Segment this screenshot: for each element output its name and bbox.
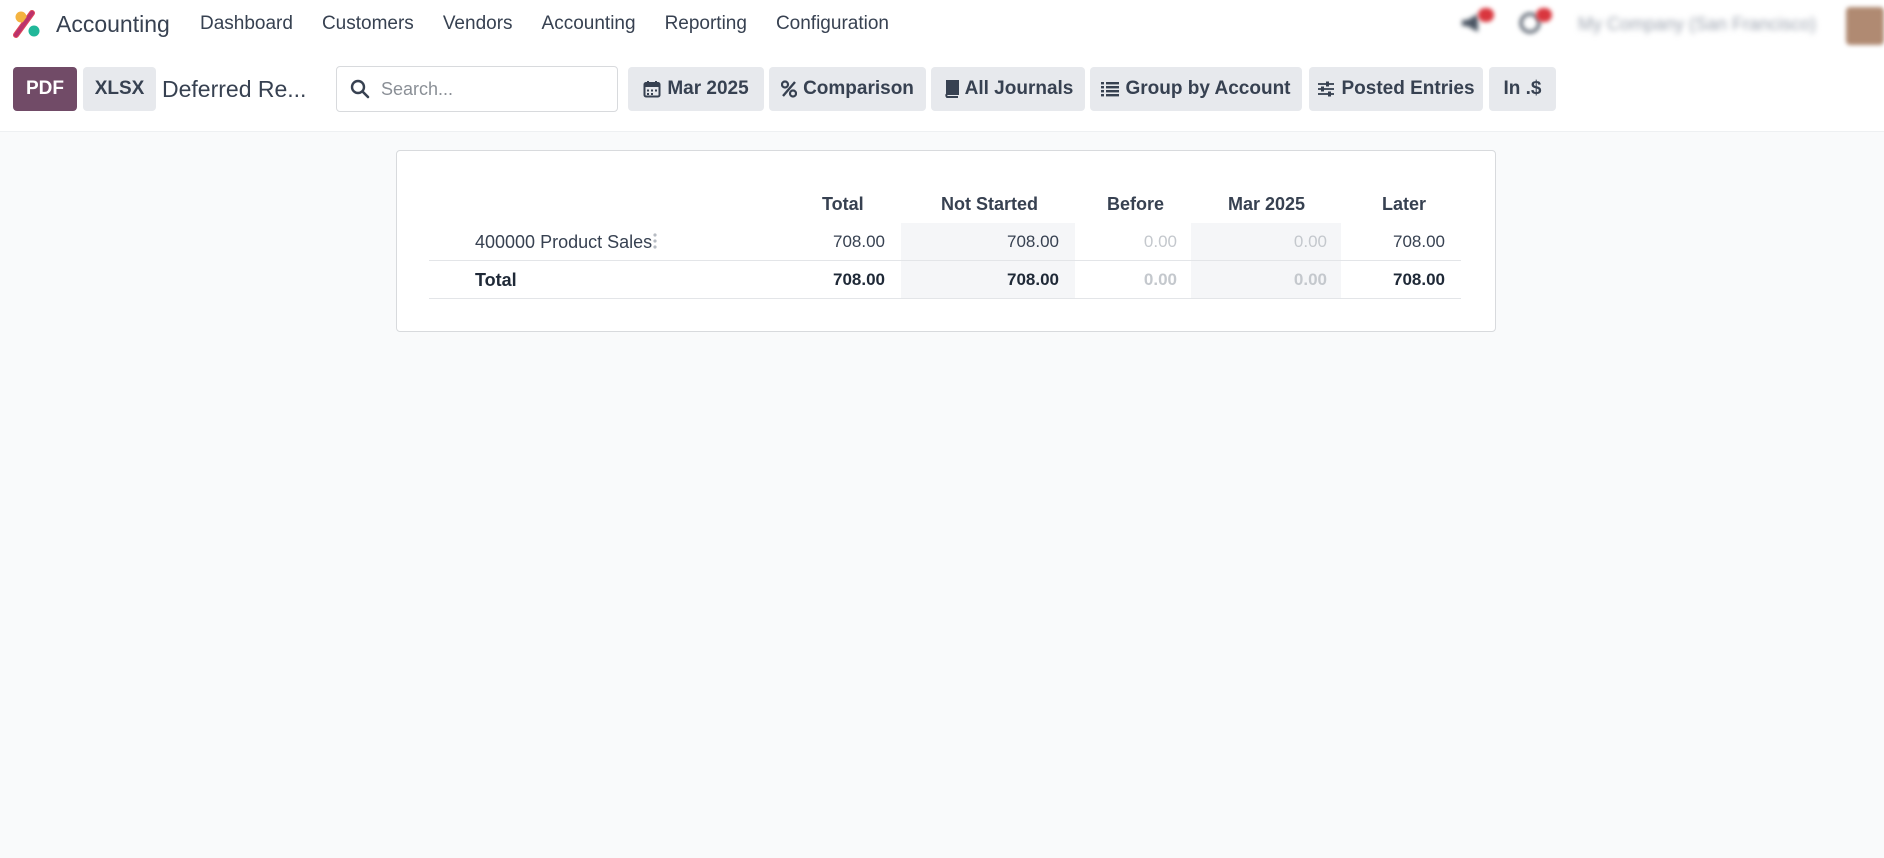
row-divider	[429, 260, 1461, 261]
comparison-button[interactable]: Comparison	[769, 67, 926, 111]
currency-button[interactable]: In .$	[1489, 67, 1556, 111]
calendar-icon	[643, 80, 661, 98]
sliders-icon	[1317, 81, 1335, 97]
column-header-not-started[interactable]: Not Started	[941, 194, 1038, 215]
systray: My Company (San Francisco)	[1444, 0, 1884, 50]
row-value-not-started[interactable]: 708.00	[1007, 232, 1059, 252]
user-avatar[interactable]	[1846, 7, 1884, 45]
search-bar[interactable]	[336, 66, 618, 112]
list-icon	[1101, 81, 1120, 97]
row-options-icon[interactable]	[652, 232, 658, 250]
app-name[interactable]: Accounting	[56, 11, 170, 38]
percent-icon	[781, 80, 798, 98]
group-by-account-button[interactable]: Group by Account	[1090, 67, 1302, 111]
column-header-total[interactable]: Total	[822, 194, 864, 215]
total-value-later: 708.00	[1393, 270, 1445, 289]
menu-item-configuration[interactable]: Configuration	[776, 13, 889, 35]
book-icon	[943, 80, 959, 98]
menu-item-customers[interactable]: Customers	[322, 13, 414, 35]
posted-entries-button[interactable]: Posted Entries	[1309, 67, 1483, 111]
total-value-period: 0.00	[1293, 270, 1327, 289]
search-input[interactable]	[381, 77, 606, 101]
menu-item-accounting[interactable]: Accounting	[542, 13, 636, 35]
total-value-not-started: 708.00	[1007, 270, 1059, 289]
date-filter-label: Mar 2025	[667, 78, 749, 99]
search-icon	[350, 79, 370, 99]
pdf-button[interactable]: PDF	[13, 67, 77, 111]
total-divider	[429, 298, 1461, 299]
main-menu: Dashboard Customers Vendors Accounting R…	[200, 13, 918, 35]
xlsx-button[interactable]: XLSX	[83, 67, 156, 111]
journals-label: All Journals	[964, 78, 1074, 99]
journals-button[interactable]: All Journals	[931, 67, 1085, 111]
column-header-before[interactable]: Before	[1107, 194, 1164, 215]
comparison-label: Comparison	[803, 78, 914, 99]
report-card: Total Not Started Before Mar 2025 Later …	[396, 150, 1496, 332]
menu-item-reporting[interactable]: Reporting	[665, 13, 747, 35]
menu-item-vendors[interactable]: Vendors	[443, 13, 513, 35]
column-header-period[interactable]: Mar 2025	[1228, 194, 1305, 215]
date-filter-button[interactable]: Mar 2025	[628, 67, 764, 111]
row-value-period[interactable]: 0.00	[1294, 232, 1327, 252]
messages-badge	[1478, 8, 1494, 22]
company-switcher[interactable]: My Company (San Francisco)	[1578, 14, 1816, 35]
row-value-total[interactable]: 708.00	[833, 232, 885, 252]
control-panel: PDF XLSX Deferred Re... Mar 2025	[0, 50, 1884, 132]
activities-badge	[1536, 8, 1552, 22]
report-title: Deferred Re...	[162, 76, 307, 102]
row-value-before[interactable]: 0.00	[1144, 232, 1177, 252]
top-navbar: Accounting Dashboard Customers Vendors A…	[0, 0, 1884, 50]
menu-item-dashboard[interactable]: Dashboard	[200, 13, 293, 35]
total-row-label: Total	[475, 270, 517, 290]
account-row-label[interactable]: 400000 Product Sales	[475, 232, 652, 253]
total-value-total: 708.00	[833, 270, 885, 289]
total-value-before: 0.00	[1143, 270, 1177, 289]
row-value-later[interactable]: 708.00	[1393, 232, 1445, 252]
group-by-account-label: Group by Account	[1125, 78, 1291, 99]
accounting-app-icon[interactable]	[12, 9, 42, 39]
column-header-later[interactable]: Later	[1382, 194, 1426, 215]
posted-entries-label: Posted Entries	[1341, 78, 1475, 99]
